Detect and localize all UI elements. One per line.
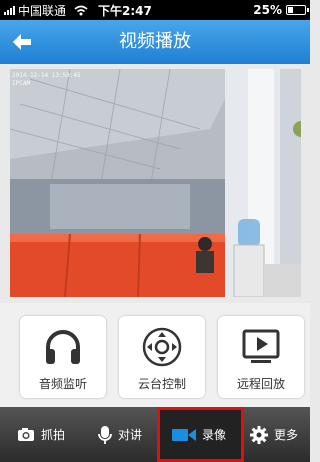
bottom-toolbar: 抓拍 对讲 录像 更多	[0, 407, 310, 462]
wifi-icon	[74, 5, 88, 15]
intercom-button[interactable]: 对讲	[98, 407, 158, 462]
snapshot-label: 抓拍	[41, 428, 66, 442]
remote-playback-button[interactable]: 远程回放	[218, 316, 304, 398]
ptz-control-icon	[142, 327, 182, 367]
carrier-name: 中国联通	[18, 3, 67, 18]
clock: 下午2:47	[98, 3, 152, 18]
gear-icon	[250, 425, 268, 444]
intercom-label: 对讲	[118, 428, 143, 442]
page-title: 视频播放	[119, 31, 191, 52]
video-player[interactable]: 2014-12-14 13:59:45 IPCAM	[10, 69, 301, 297]
remote-playback-label: 远程回放	[236, 377, 285, 391]
audio-monitor-button[interactable]: 音频监听	[20, 316, 106, 398]
video-timestamp: 2014-12-14 13:59:45 IPCAM	[12, 72, 81, 87]
video-frame	[10, 69, 301, 297]
ptz-control-button[interactable]: 云台控制	[119, 316, 205, 398]
microphone-icon	[98, 425, 112, 444]
action-panel: 音频监听 云台控制 远程回放	[0, 303, 310, 407]
more-button[interactable]: 更多	[250, 407, 310, 462]
record-label: 录像	[202, 428, 227, 442]
battery-icon	[286, 5, 309, 15]
ptz-control-label: 云台控制	[137, 377, 186, 391]
battery-percent: 25%	[253, 3, 282, 17]
remote-playback-icon	[242, 329, 280, 363]
title-bar: 视频播放	[0, 20, 310, 64]
status-bar: 中国联通 下午2:47 25%	[0, 0, 310, 20]
video-camera-icon	[172, 428, 196, 441]
snapshot-button[interactable]: 抓拍	[17, 407, 87, 462]
signal-icon	[4, 5, 15, 15]
audio-monitor-label: 音频监听	[38, 377, 87, 391]
more-label: 更多	[274, 428, 299, 442]
record-button[interactable]: 录像	[157, 407, 244, 462]
headphones-icon	[46, 330, 80, 364]
camera-icon	[18, 428, 34, 441]
